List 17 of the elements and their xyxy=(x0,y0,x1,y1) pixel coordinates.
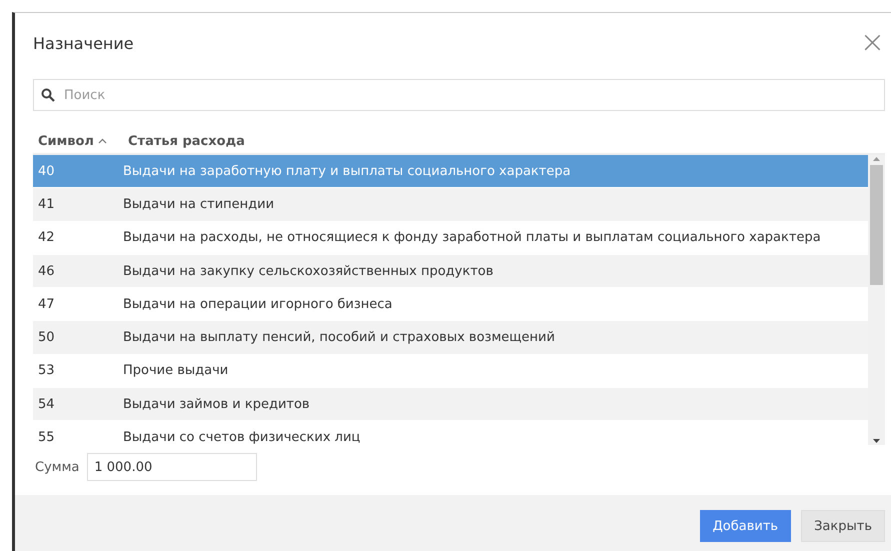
search-icon xyxy=(41,88,55,102)
column-header[interactable]: Символ xyxy=(38,134,94,148)
dialog-title: Назначение xyxy=(33,34,134,52)
search-field[interactable]: Поиск xyxy=(33,79,885,111)
scroll-up-icon[interactable] xyxy=(872,155,881,163)
table-row[interactable]: 41 Выдачи на стипендии xyxy=(33,188,868,222)
scroll-down-icon[interactable] xyxy=(872,437,881,445)
add-button[interactable]: Добавить xyxy=(700,510,792,542)
table-row[interactable]: 46 Выдачи на закупку сельскохозяйственных продуктов xyxy=(33,254,868,288)
table-row[interactable]: 54 Выдачи займов и кредитов xyxy=(33,388,868,422)
close-button[interactable]: × xyxy=(860,28,885,58)
amount-label: Сумма xyxy=(35,460,80,474)
column-header[interactable]: Статья расхода xyxy=(128,134,245,148)
amount-field[interactable]: 1 000.00 xyxy=(87,453,258,481)
scrollbar[interactable] xyxy=(868,155,885,445)
close-dialog-button[interactable]: Закрыть xyxy=(801,510,885,542)
table-row[interactable]: 50 Выдачи на выплату пенсий, пособий и страховых возмещений xyxy=(33,321,868,355)
